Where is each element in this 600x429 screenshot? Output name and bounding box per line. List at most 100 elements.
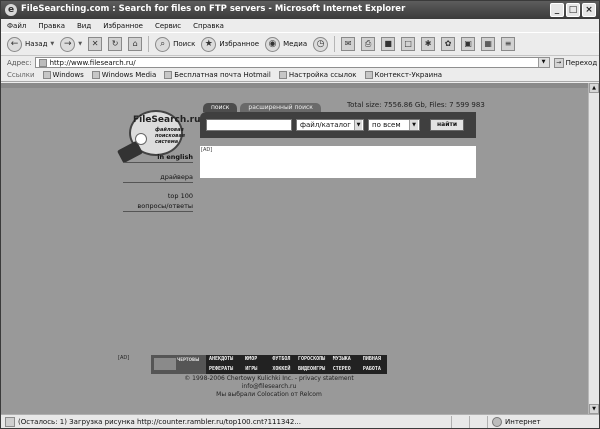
nav-top100[interactable]: top 100: [123, 192, 193, 201]
search-button[interactable]: ⌕ Поиск: [155, 36, 195, 52]
banner-link[interactable]: СТЕРЕО: [327, 365, 357, 375]
forward-button[interactable]: → ▼: [60, 36, 83, 52]
banner-logo-icon: [154, 358, 176, 370]
banner-links: АНЕКДОТЫ ЮМОР ФУТБОЛ ГОРОСКОПЫ МУЗЫКА ПИ…: [206, 355, 387, 374]
menu-help[interactable]: Справка: [193, 22, 224, 30]
link-label: Windows: [52, 71, 84, 79]
banner-link[interactable]: ГОРОСКОПЫ: [296, 355, 326, 365]
link-hotmail[interactable]: Бесплатная почта Hotmail: [164, 71, 271, 79]
banner-link[interactable]: ЮМОР: [236, 355, 266, 365]
mail-icon[interactable]: ✉: [341, 37, 356, 51]
logo-brand: FileSearch.ru: [133, 115, 201, 125]
menu-favorites[interactable]: Избранное: [103, 22, 143, 30]
scroll-down-icon[interactable]: ▼: [589, 404, 599, 414]
browser-window: e FileSearching.com : Search for files o…: [0, 0, 600, 429]
search-input[interactable]: [206, 119, 292, 131]
history-icon[interactable]: ◷: [313, 36, 329, 52]
search-panel: файл/каталог ▼ по всем ▼ найти: [200, 112, 476, 138]
print-icon[interactable]: ⎙: [361, 37, 376, 51]
tool-icon-1[interactable]: ✱: [421, 37, 436, 51]
scope-select[interactable]: по всем ▼: [368, 119, 420, 131]
banner-link[interactable]: ПИВНАЯ: [357, 355, 387, 365]
menu-view[interactable]: Вид: [77, 22, 91, 30]
go-button[interactable]: → Переход: [553, 57, 598, 68]
go-label: Переход: [565, 58, 598, 67]
nav-in-english[interactable]: in english: [123, 153, 193, 163]
minimize-button[interactable]: _: [550, 3, 564, 17]
media-button[interactable]: ◉ Медиа: [265, 36, 307, 52]
tool-icon-5[interactable]: ≡: [501, 37, 516, 51]
ad-placeholder-bottom[interactable]: [AD]: [118, 355, 129, 361]
file-type-value: файл/каталог: [300, 121, 351, 129]
link-customize[interactable]: Настройка ссылок: [278, 71, 357, 79]
close-button[interactable]: ×: [582, 3, 596, 17]
link-label: Настройка ссылок: [288, 71, 357, 79]
banner-link[interactable]: ВИДЕОИГРЫ: [296, 365, 326, 375]
maximize-button[interactable]: □: [566, 3, 580, 17]
vertical-scrollbar[interactable]: ▲ ▼: [588, 83, 599, 414]
favorites-button[interactable]: ★ Избранное: [201, 36, 259, 52]
scroll-up-icon[interactable]: ▲: [589, 83, 599, 93]
zone-label: Интернет: [505, 417, 541, 426]
page-viewport: FileSearch.ru файловая поисковая система…: [1, 83, 588, 414]
menu-edit[interactable]: Правка: [38, 22, 65, 30]
address-url: http://www.filesearch.ru/: [49, 58, 136, 67]
tool-icon-2[interactable]: ✿: [441, 37, 456, 51]
link-icon: [278, 71, 287, 79]
scope-value: по всем: [372, 121, 401, 129]
banner-link[interactable]: РАБОТА: [357, 365, 387, 375]
banner-link[interactable]: РЕФЕРАТЫ: [206, 365, 236, 375]
link-kontekst[interactable]: Контекст-Украина: [364, 71, 442, 79]
tool-icon-3[interactable]: ▣: [461, 37, 476, 51]
footer-email[interactable]: info@filesearch.ru: [151, 383, 387, 390]
chevron-down-icon[interactable]: ▼: [537, 58, 549, 67]
chevron-down-icon: ▼: [50, 41, 55, 47]
footer-hosting: Мы выбрали Colocation от Relcom: [216, 391, 322, 398]
ad-placeholder[interactable]: [AD]: [201, 147, 212, 153]
side-nav: in english драйвера top 100 вопросы/отве…: [123, 153, 193, 212]
security-zone: Интернет: [487, 415, 599, 428]
menu-file[interactable]: Файл: [7, 22, 26, 30]
link-label: Бесплатная почта Hotmail: [174, 71, 271, 79]
address-input[interactable]: http://www.filesearch.ru/ ▼: [34, 57, 550, 68]
status-text: (Осталось: 1) Загрузка рисунка http://co…: [18, 417, 301, 426]
address-label: Адрес:: [7, 58, 32, 67]
link-windows[interactable]: Windows: [42, 71, 84, 79]
file-type-select[interactable]: файл/каталог ▼: [296, 119, 364, 131]
back-button[interactable]: ← Назад ▼: [7, 36, 55, 52]
banner-link[interactable]: АНЕКДОТЫ: [206, 355, 236, 365]
find-button[interactable]: найти: [430, 119, 465, 131]
banner-logo-text: ЧЕРТОВЫ: [177, 357, 200, 362]
loading-page-icon: [5, 416, 15, 427]
menu-tools[interactable]: Сервис: [155, 22, 181, 30]
link-windows-media[interactable]: Windows Media: [91, 71, 156, 79]
stop-icon[interactable]: ✕: [88, 37, 103, 51]
banner-link[interactable]: ФУТБОЛ: [266, 355, 296, 365]
edit-icon[interactable]: ■: [381, 37, 396, 51]
tab-search[interactable]: поиск: [203, 103, 238, 112]
status-cell: [451, 415, 469, 428]
status-bar: (Осталось: 1) Загрузка рисунка http://co…: [1, 414, 599, 428]
discuss-icon[interactable]: □: [401, 37, 416, 51]
total-size-stats: Total size: 7556.86 Gb, Files: 7 599 983: [347, 101, 485, 109]
chertovy-kulichki-banner[interactable]: ЧЕРТОВЫ АНЕКДОТЫ ЮМОР ФУТБОЛ ГОРОСКОПЫ М…: [151, 355, 387, 374]
links-bar: Ссылки Windows Windows Media Бесплатная …: [1, 69, 599, 82]
nav-drivers[interactable]: драйвера: [123, 173, 193, 183]
back-label: Назад: [25, 40, 48, 48]
banner-link[interactable]: МУЗЫКА: [327, 355, 357, 365]
logo-tagline: файловая поисковая система: [155, 127, 185, 145]
refresh-icon[interactable]: ↻: [108, 37, 123, 51]
tool-icon-4[interactable]: ▦: [481, 37, 496, 51]
banner-logo: ЧЕРТОВЫ: [151, 355, 206, 374]
link-icon: [364, 71, 373, 79]
magnifier-knob-icon: [135, 133, 147, 145]
banner-link[interactable]: ХОККЕЙ: [266, 365, 296, 375]
tab-advanced-search[interactable]: расширенный поиск: [240, 103, 321, 112]
chevron-down-icon: ▼: [78, 41, 83, 47]
star-icon: ★: [201, 36, 217, 52]
links-label: Ссылки: [7, 71, 35, 79]
banner-link[interactable]: ИГРЫ: [236, 365, 266, 375]
back-arrow-icon: ←: [7, 36, 22, 52]
nav-faq[interactable]: вопросы/ответы: [123, 202, 193, 212]
home-icon[interactable]: ⌂: [128, 37, 143, 51]
